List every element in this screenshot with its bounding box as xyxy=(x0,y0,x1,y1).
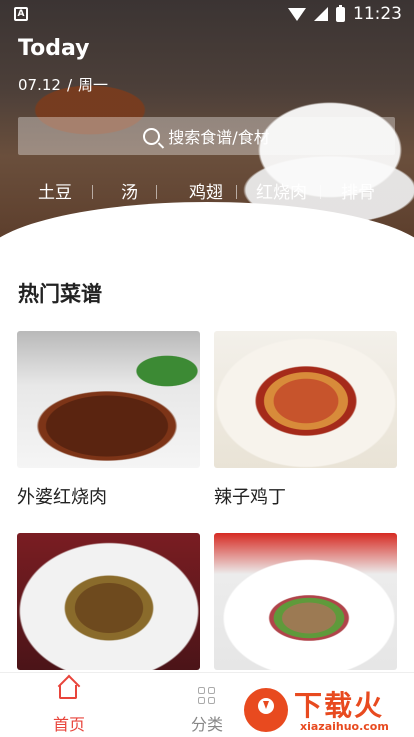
nav-home[interactable]: 首页 xyxy=(29,673,109,737)
tag-divider xyxy=(320,185,321,199)
tag-divider xyxy=(92,185,93,199)
tag-item[interactable]: 排骨 xyxy=(341,178,375,203)
watermark-logo: 下载火 xiazaihuo.com xyxy=(244,684,410,734)
date-separator: / xyxy=(66,76,73,94)
section-title: 热门菜谱 xyxy=(18,282,102,306)
home-icon xyxy=(59,685,77,699)
tag-item[interactable]: 红烧肉 xyxy=(256,178,307,203)
battery-icon xyxy=(336,4,345,22)
nav-home-label: 首页 xyxy=(52,715,85,734)
recipe-name[interactable]: 外婆红烧肉 xyxy=(17,483,107,509)
recipe-name[interactable]: 辣子鸡丁 xyxy=(214,483,286,509)
tag-item[interactable]: 汤 xyxy=(121,178,138,203)
nav-category[interactable]: 分类 xyxy=(167,673,247,737)
signal-icon xyxy=(314,7,328,21)
date-text: 07.12 xyxy=(18,76,61,94)
weekday-text: 周一 xyxy=(78,76,109,94)
tag-item[interactable]: 鸡翅 xyxy=(189,178,223,203)
search-icon xyxy=(143,127,161,145)
watermark-title: 下载火 xyxy=(294,689,385,722)
recipe-image[interactable] xyxy=(214,331,397,468)
quick-tags: 土豆 汤 鸡翅 红烧肉 排骨 xyxy=(0,178,414,208)
status-time: 11:23 xyxy=(353,4,402,24)
tag-divider xyxy=(156,185,157,199)
grid-icon xyxy=(198,687,216,705)
nav-category-label: 分类 xyxy=(190,715,223,734)
hero-banner: A 11:23 Today 07.12 / 周一 搜索食谱/食材 土豆 汤 鸡翅 红… xyxy=(0,0,414,252)
tag-item[interactable]: 土豆 xyxy=(38,178,72,203)
search-bar[interactable]: 搜索食谱/食材 xyxy=(18,117,395,155)
status-bar: A 11:23 xyxy=(0,0,414,30)
recipe-image[interactable] xyxy=(214,533,397,670)
watermark-url: xiazaihuo.com xyxy=(300,720,389,733)
recipe-image[interactable] xyxy=(17,331,200,468)
date-line: 07.12 / 周一 xyxy=(18,74,108,95)
page-title: Today xyxy=(18,36,90,61)
download-icon xyxy=(244,688,288,732)
wifi-icon xyxy=(288,7,306,21)
search-placeholder: 搜索食谱/食材 xyxy=(168,128,270,147)
tag-divider xyxy=(236,185,237,199)
notification-icon: A xyxy=(14,7,28,21)
recipe-image[interactable] xyxy=(17,533,200,670)
